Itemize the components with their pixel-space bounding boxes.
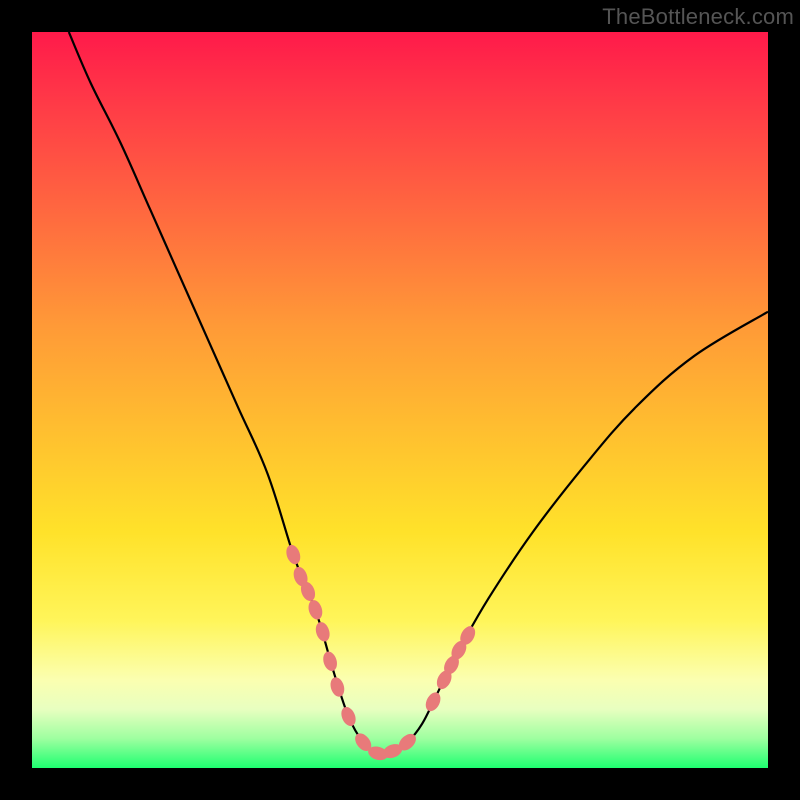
- highlight-marker: [423, 690, 444, 714]
- highlight-marker: [321, 650, 339, 673]
- watermark-text: TheBottleneck.com: [602, 4, 794, 30]
- highlight-marker: [313, 620, 331, 643]
- chart-svg: [32, 32, 768, 768]
- bottleneck-curve: [69, 32, 768, 754]
- highlight-marker: [306, 598, 324, 621]
- highlight-marker: [339, 705, 359, 728]
- chart-plot-area: [32, 32, 768, 768]
- highlight-marker: [284, 543, 303, 566]
- chart-frame: TheBottleneck.com: [0, 0, 800, 800]
- highlight-marker: [328, 676, 346, 699]
- marker-group: [284, 543, 478, 762]
